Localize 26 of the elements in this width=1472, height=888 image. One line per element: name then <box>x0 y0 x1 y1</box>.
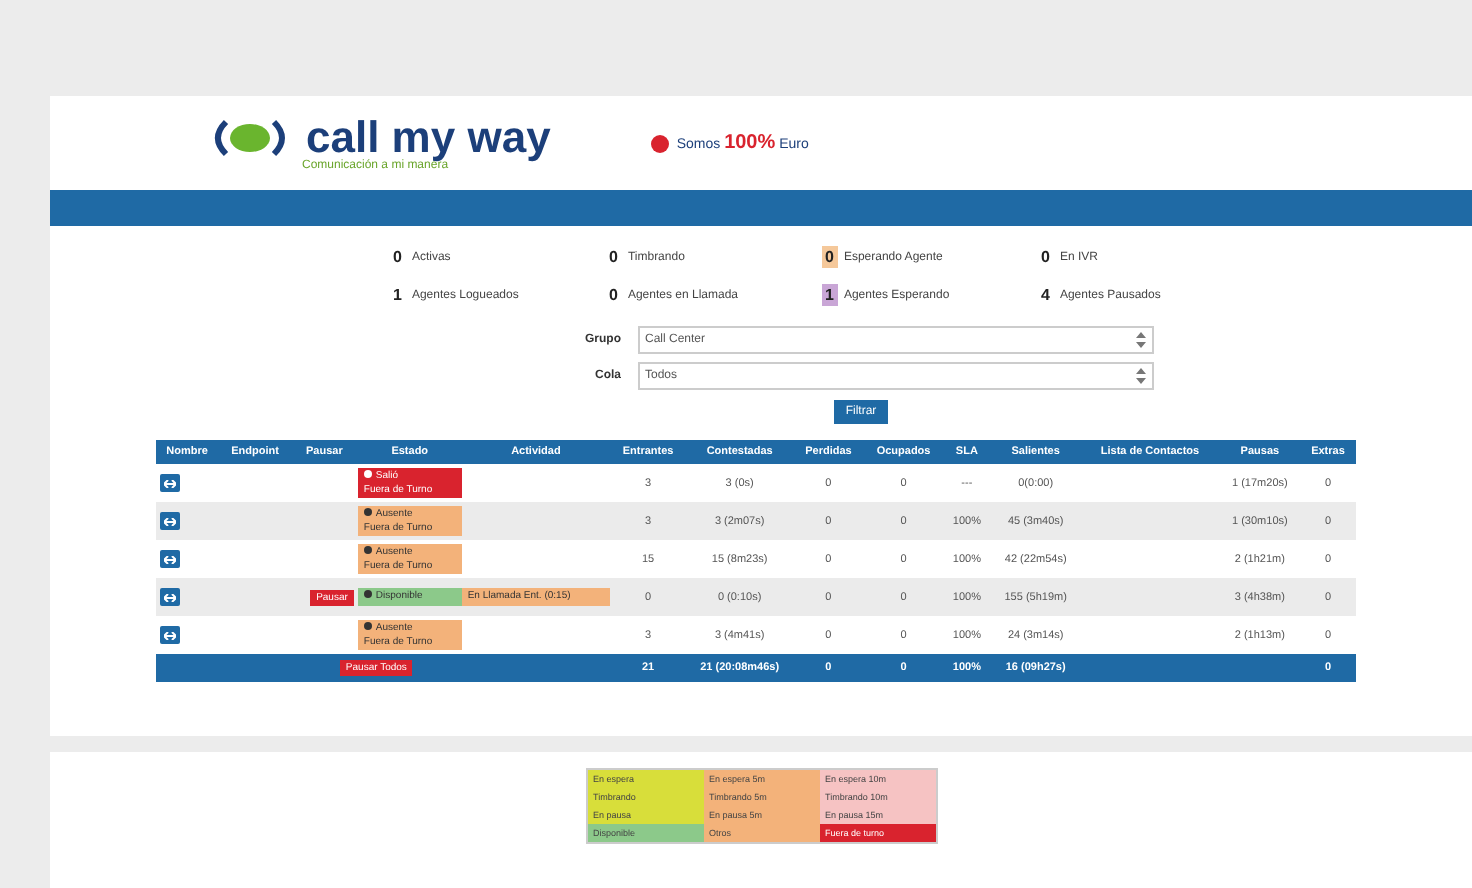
counter-value: 0 <box>605 284 622 306</box>
dot-icon <box>363 470 372 479</box>
double-arrow-icon <box>163 593 175 601</box>
double-arrow-icon <box>163 479 175 487</box>
expand-button[interactable] <box>159 626 179 644</box>
logo-text: call my way <box>306 115 551 159</box>
counter-value: 1 <box>389 284 406 306</box>
counter-value: 0 <box>821 246 838 268</box>
expand-button[interactable] <box>159 474 179 492</box>
updown-arrows-icon <box>1135 332 1145 348</box>
counter-value: 0 <box>389 246 406 268</box>
dot-icon <box>363 622 372 631</box>
double-arrow-icon <box>163 631 175 639</box>
double-arrow-icon <box>163 517 175 525</box>
dot-icon <box>363 590 372 599</box>
dot-icon <box>363 546 372 555</box>
expand-button[interactable] <box>159 512 179 530</box>
counter-value: 0 <box>605 246 622 268</box>
counter-value: 1 <box>821 284 838 306</box>
updown-arrows-icon <box>1135 368 1145 384</box>
counter-value: 0 <box>1037 246 1054 268</box>
dot-icon <box>363 508 372 517</box>
counter-value: 4 <box>1037 284 1054 306</box>
double-arrow-icon <box>163 555 175 563</box>
expand-button[interactable] <box>159 588 179 606</box>
expand-button[interactable] <box>159 550 179 568</box>
